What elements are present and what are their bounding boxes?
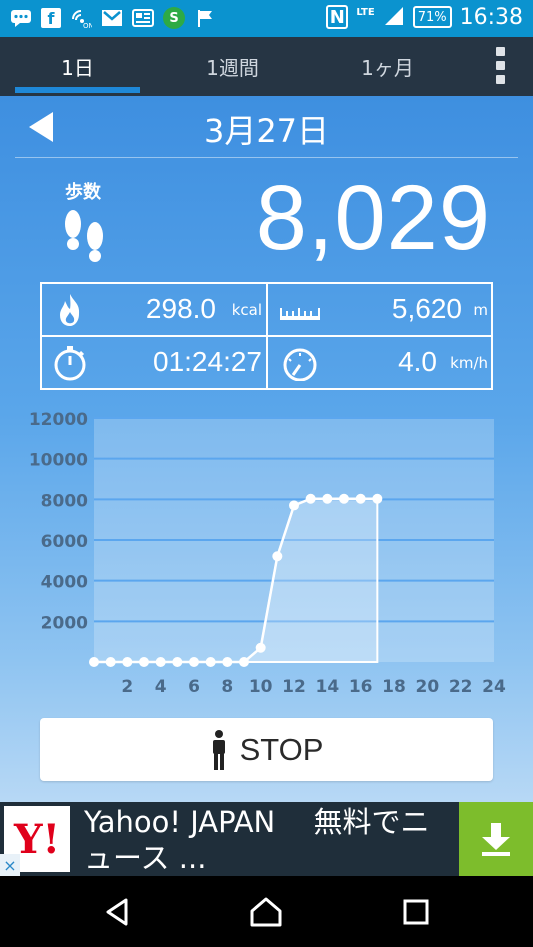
- ruler-icon: [280, 308, 320, 320]
- signal-icon: [383, 4, 405, 30]
- y-tick-label: 2000: [41, 613, 88, 633]
- duration-cell: 01:24:27: [42, 337, 266, 388]
- data-point: [322, 493, 333, 504]
- data-point: [355, 493, 366, 504]
- y-tick-label: 12000: [29, 410, 88, 430]
- overflow-menu-icon[interactable]: [493, 47, 507, 84]
- x-tick-label: 16: [349, 677, 373, 697]
- speed-cell: 4.0 km/h: [268, 337, 492, 388]
- tab-week[interactable]: 1週間: [170, 37, 295, 96]
- data-point: [155, 657, 166, 667]
- voicemail-icon: ON: [70, 7, 92, 29]
- distance-value: 5,620: [391, 293, 462, 324]
- nfc-icon: N: [326, 5, 349, 29]
- data-point: [222, 657, 233, 667]
- flame-icon: [60, 294, 80, 326]
- x-tick-label: 10: [249, 677, 273, 697]
- active-tab-indicator: [15, 87, 140, 93]
- date-label: 3月27日: [203, 112, 330, 150]
- distance-cell: 5,620 m: [268, 284, 492, 335]
- x-tick-label: 6: [188, 677, 200, 697]
- distance-unit: m: [473, 301, 488, 319]
- data-point: [105, 657, 116, 667]
- gmail-icon: [101, 7, 123, 29]
- x-tick-label: 14: [315, 677, 339, 697]
- calories-cell: 298.0 kcal: [42, 284, 266, 335]
- data-point: [239, 657, 249, 667]
- speedometer-icon: [283, 348, 317, 381]
- person-icon: [212, 729, 225, 770]
- x-tick-label: 12: [282, 677, 306, 697]
- svg-text:ON: ON: [83, 22, 92, 29]
- y-tick-label: 6000: [41, 532, 88, 552]
- x-tick-label: 2: [121, 677, 133, 697]
- data-point: [305, 493, 316, 504]
- data-point: [139, 657, 149, 667]
- network-type: LTE: [356, 6, 375, 18]
- navigation-bar: [0, 876, 533, 947]
- footprints-icon: [65, 210, 103, 262]
- s-app-icon: S: [163, 7, 185, 29]
- data-point: [89, 657, 99, 667]
- speed-unit: km/h: [450, 354, 488, 372]
- chat-icon: [10, 7, 32, 29]
- ad-banner[interactable]: Y! Yahoo! JAPAN 無料でニュース ... ×: [0, 802, 533, 876]
- main-content: 3月27日 歩数 8,029 298.0 kcal 5,620 m 01:24:…: [0, 96, 533, 802]
- back-icon[interactable]: [100, 894, 136, 930]
- data-point: [289, 500, 299, 511]
- data-point: [372, 493, 383, 504]
- y-tick-label: 8000: [41, 491, 88, 511]
- date-header: 3月27日: [15, 96, 518, 158]
- data-point: [172, 657, 183, 667]
- home-icon[interactable]: [248, 894, 284, 930]
- data-point: [339, 493, 349, 504]
- duration-value: 01:24:27: [153, 346, 262, 377]
- download-icon[interactable]: [459, 802, 533, 876]
- stop-button[interactable]: STOP: [40, 718, 493, 781]
- speed-value: 4.0: [398, 346, 437, 377]
- x-tick-label: 22: [449, 677, 473, 697]
- news-icon: [132, 7, 154, 29]
- data-point: [205, 657, 216, 667]
- calories-unit: kcal: [231, 301, 262, 319]
- data-point: [122, 657, 133, 667]
- status-bar: f ON S N LTE 71% 16:38: [0, 0, 533, 37]
- x-tick-label: 4: [155, 677, 167, 697]
- ad-close-button[interactable]: ×: [0, 854, 20, 876]
- y-tick-label: 10000: [29, 451, 88, 471]
- stop-button-label: STOP: [239, 731, 324, 767]
- calories-value: 298.0: [145, 293, 216, 324]
- tab-bar: 1日 1週間 1ヶ月: [0, 37, 533, 96]
- data-point: [189, 657, 199, 667]
- x-tick-label: 24: [482, 677, 506, 697]
- stopwatch-icon: [54, 346, 86, 381]
- flag-icon: [194, 7, 216, 29]
- steps-count: 8,029: [255, 167, 491, 269]
- battery-indicator: 71%: [412, 6, 452, 28]
- x-tick-label: 18: [382, 677, 406, 697]
- recents-icon[interactable]: [398, 894, 434, 930]
- ad-text: Yahoo! JAPAN 無料でニュース ...: [84, 805, 430, 875]
- y-tick-label: 4000: [41, 573, 88, 593]
- facebook-icon: f: [41, 8, 61, 28]
- stats-grid: 298.0 kcal 5,620 m 01:24:27 4.0 km/h: [40, 282, 493, 390]
- data-point: [255, 642, 266, 653]
- steps-label: 歩数: [65, 182, 101, 203]
- data-point: [272, 551, 283, 562]
- x-tick-label: 8: [221, 677, 233, 697]
- tab-month[interactable]: 1ヶ月: [325, 37, 450, 96]
- x-tick-label: 20: [415, 677, 439, 697]
- steps-chart: 200040006000800010000120002 4 6 8 10 12 14 16 18…: [29, 410, 506, 697]
- battery-level: 71%: [417, 9, 447, 25]
- status-time: 16:38: [459, 4, 523, 30]
